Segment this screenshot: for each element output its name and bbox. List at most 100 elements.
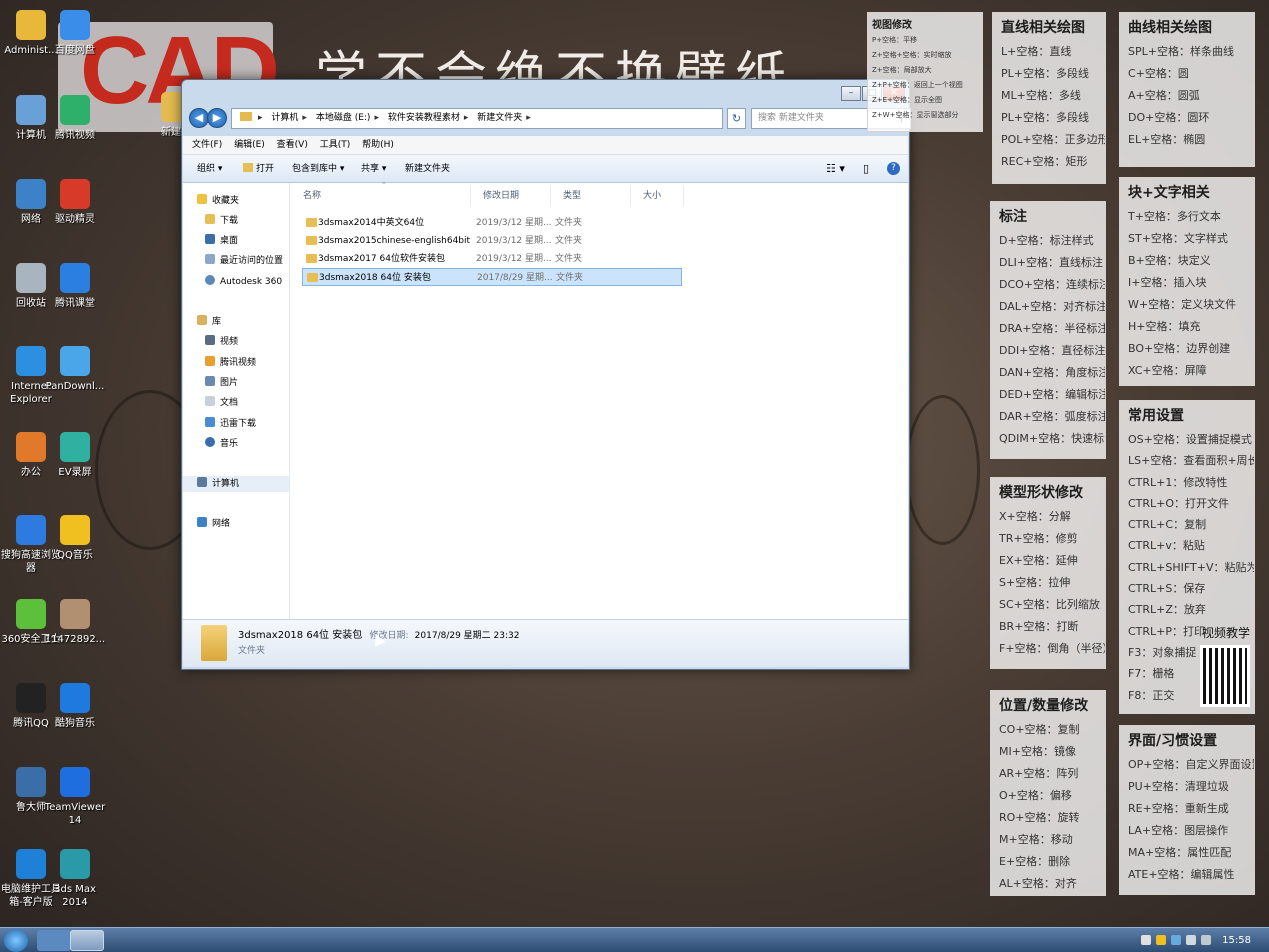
desktop-icon-item[interactable]: 腾讯视频 xyxy=(44,91,106,142)
desktop-icon-label: 网络 xyxy=(21,214,41,225)
nav-desktop[interactable]: 桌面 xyxy=(205,233,238,249)
details-pane: 3dsmax2018 64位 安装包 修改日期: 2017/8/29 星期二 2… xyxy=(183,619,908,667)
breadcrumb-tutorial-folder[interactable]: 软件安装教程素材 xyxy=(388,113,460,123)
desktop-icon-item[interactable]: 驱动精灵 xyxy=(44,175,106,226)
nav-downloads-label: 下载 xyxy=(220,216,239,226)
organize-button[interactable]: 组织 ▾ xyxy=(197,155,222,183)
shortcut-item: Z+空格+空格：实时缩放 xyxy=(872,51,952,59)
desktop-icon-item[interactable]: PanDownl... xyxy=(44,342,106,393)
breadcrumb-computer[interactable]: 计算机 xyxy=(271,113,298,123)
shortcut-item: CTRL+C：复制 xyxy=(1128,518,1207,532)
tray-app-icon[interactable] xyxy=(1156,935,1166,945)
breadcrumb-new-folder[interactable]: 新建文件夹 xyxy=(477,113,522,123)
tray-volume-icon[interactable] xyxy=(1186,935,1196,945)
card-curve-list: SPL+空格：样条曲线 C+空格：圆 A+空格：圆弧 DO+空格：圆环 EL+空格：椭圆 xyxy=(1120,41,1254,151)
view-options-icon[interactable]: ☷ ▾ xyxy=(826,155,845,183)
help-icon[interactable]: ? xyxy=(887,162,900,175)
desktop-icon-item[interactable]: 百度网盘 xyxy=(44,6,106,57)
breadcrumb-drive[interactable]: 本地磁盘 (E:) xyxy=(316,113,371,123)
file-row[interactable]: 3dsmax2017 64位软件安装包 2019/3/12 星期... 文件夹 xyxy=(302,250,682,268)
shortcut-item: PL+空格：多段线 xyxy=(1001,111,1089,124)
wallpaper-emblem-right xyxy=(905,395,980,545)
column-name[interactable]: 名称 xyxy=(291,186,471,206)
desktop-icon-label: 11472892... xyxy=(44,634,106,645)
nav-pictures[interactable]: 图片 xyxy=(205,375,238,391)
nav-recent[interactable]: 最近访问的位置 xyxy=(205,253,283,269)
shortcut-item: Z+空格：局部放大 xyxy=(872,66,932,74)
menu-file[interactable]: 文件(F) xyxy=(192,140,222,150)
nav-autodesk360[interactable]: Autodesk 360 xyxy=(205,274,282,290)
file-row[interactable]: 3dsmax2015chinese-english64bit 2019/3/12 … xyxy=(302,232,682,250)
nav-thunder-downloads[interactable]: 迅雷下载 xyxy=(205,416,256,432)
menu-edit[interactable]: 编辑(E) xyxy=(234,140,265,150)
app-icon xyxy=(60,95,90,125)
desktop-icon-label: 鲁大师 xyxy=(16,802,46,813)
desktop-icon-item[interactable]: 酷狗音乐 xyxy=(44,679,106,730)
desktop-icon-label: 计算机 xyxy=(16,130,46,141)
shortcut-item: O+空格：偏移 xyxy=(999,789,1072,802)
include-in-library-button[interactable]: 包含到库中 ▾ xyxy=(292,155,344,183)
network-icon xyxy=(197,517,207,527)
column-size[interactable]: 大小 xyxy=(631,186,684,206)
nav-computer[interactable]: 计算机 xyxy=(183,476,289,492)
taskbar-app-icon[interactable] xyxy=(37,930,71,951)
app-icon xyxy=(16,599,46,629)
nav-favorites[interactable]: 收藏夹 xyxy=(197,193,239,209)
nav-videos[interactable]: 视频 xyxy=(205,334,238,350)
address-bar[interactable]: ▸ 计算机 ▸ 本地磁盘 (E:) ▸ 软件安装教程素材 ▸ 新建文件夹 ▸ xyxy=(231,108,723,129)
shortcut-item: DAL+空格：对齐标注 xyxy=(999,300,1106,313)
file-row[interactable]: 3dsmax2014中英文64位 2019/3/12 星期... 文件夹 xyxy=(302,214,682,232)
shortcut-item: ATE+空格：编辑属性 xyxy=(1128,868,1235,881)
tray-network-icon[interactable] xyxy=(1171,935,1181,945)
tray-monitor-icon[interactable] xyxy=(1201,935,1211,945)
desktop-icon-item[interactable]: 3ds Max 2014 xyxy=(44,845,106,909)
nav-documents[interactable]: 文档 xyxy=(205,395,238,411)
refresh-button[interactable]: ↻ xyxy=(727,108,746,129)
forward-button[interactable]: ▶ xyxy=(207,108,227,128)
clock[interactable]: 15:58 xyxy=(1222,928,1251,952)
start-button[interactable] xyxy=(4,929,28,952)
nav-libraries[interactable]: 库 xyxy=(197,314,221,330)
command-bar: 组织 ▾ 打开 包含到库中 ▾ 共享 ▾ 新建文件夹 ☷ ▾ ▯ ? xyxy=(183,155,908,183)
open-label: 打开 xyxy=(256,164,275,174)
new-folder-button[interactable]: 新建文件夹 xyxy=(405,155,450,183)
tray-arrow-icon[interactable] xyxy=(1141,935,1151,945)
desktop-icon-item[interactable]: TeamViewer 14 xyxy=(44,763,106,827)
open-button[interactable]: 打开 xyxy=(243,155,274,183)
nav-favorites-label: 收藏夹 xyxy=(212,196,240,206)
documents-icon xyxy=(205,396,215,406)
card-dim-list: D+空格：标注样式 DLI+空格：直线标注 DCO+空格：连续标注 DAL+空格：对齐… xyxy=(991,230,1105,450)
desktop-icon-item[interactable]: QQ音乐 xyxy=(44,511,106,562)
nav-tencent-video[interactable]: 腾讯视频 xyxy=(205,355,256,371)
video-tutorial-label: 视频教学 xyxy=(1202,626,1251,640)
minimize-button[interactable]: – xyxy=(841,86,861,101)
shortcut-item: PU+空格：清理垃圾 xyxy=(1128,780,1229,793)
column-type[interactable]: 类型 xyxy=(551,186,631,206)
card-line-list: L+空格：直线 PL+空格：多段线 ML+空格：多线 PL+空格：多段线 POL+空格：… xyxy=(993,41,1105,173)
column-date[interactable]: 修改日期 xyxy=(471,186,551,206)
app-icon xyxy=(60,683,90,713)
shortcut-item: A+空格：圆弧 xyxy=(1128,89,1200,102)
nav-music[interactable]: 音乐 xyxy=(205,436,238,452)
shortcut-item: CTRL+S：保存 xyxy=(1128,582,1206,596)
desktop-icon-item[interactable]: EV录屏 xyxy=(44,428,106,479)
share-button[interactable]: 共享 ▾ xyxy=(361,155,386,183)
menu-help[interactable]: 帮助(H) xyxy=(362,140,394,150)
desktop-icon-item[interactable]: 11472892... xyxy=(44,595,106,646)
menu-tools[interactable]: 工具(T) xyxy=(320,140,351,150)
file-row-selected[interactable]: 3dsmax2018 64位 安装包 2017/8/29 星期... 文件夹 xyxy=(302,268,682,286)
preview-pane-icon[interactable]: ▯ xyxy=(863,155,869,183)
desktop-icon-label: 办公 xyxy=(21,467,41,478)
shortcut-item: X+空格：分解 xyxy=(999,510,1071,523)
shortcut-item: CO+空格：复制 xyxy=(999,723,1080,736)
desktop-icon-item[interactable]: 腾讯课堂 xyxy=(44,259,106,310)
nav-downloads[interactable]: 下载 xyxy=(205,213,238,229)
back-button[interactable]: ◀ xyxy=(189,108,209,128)
shortcut-item: OP+空格：自定义界面设置 xyxy=(1128,758,1255,771)
file-type: 文件夹 xyxy=(556,273,584,283)
nav-pictures-label: 图片 xyxy=(220,378,239,388)
explorer-window[interactable]: – □ ✕ ◀ ▶ ▸ 计算机▸ 本地磁盘 (E:)▸ 软件安装教程素材▸ 新建… xyxy=(181,79,911,670)
nav-network[interactable]: 网络 xyxy=(197,516,230,532)
taskbar-explorer-icon[interactable] xyxy=(70,930,104,951)
menu-view[interactable]: 查看(V) xyxy=(277,140,308,150)
